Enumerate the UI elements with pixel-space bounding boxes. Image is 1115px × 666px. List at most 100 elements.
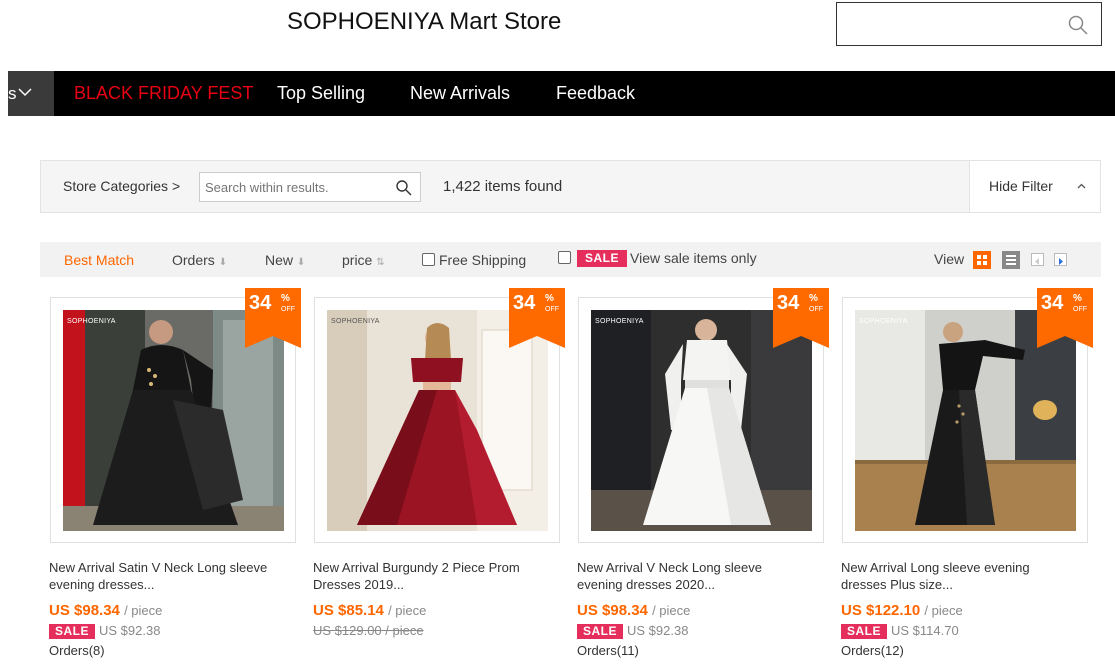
orders-count: Orders(11) xyxy=(577,643,639,658)
discount-percent: 34 xyxy=(777,292,800,314)
discount-off-label: OFF xyxy=(809,306,823,313)
product-title[interactable]: New Arrival Burgundy 2 Piece Prom Dresse… xyxy=(313,559,561,593)
price-unit: / piece xyxy=(924,603,963,618)
price-unit: / piece xyxy=(652,603,691,618)
product-title-line: evening dresses... xyxy=(49,577,155,592)
discount-badge: 34 % OFF xyxy=(509,288,565,348)
sort-bar: Best Match Orders ⬇ New ⬇ price ⇅ Free S… xyxy=(40,242,1101,277)
price-unit: / piece xyxy=(124,603,163,618)
discount-percent-sign: % xyxy=(809,293,818,304)
product-image-frame[interactable]: SOPHOENIYA 34 % OFF xyxy=(314,288,565,543)
discount-percent-sign: % xyxy=(281,293,290,304)
sale-badge: SALE xyxy=(49,624,96,639)
sort-price[interactable]: price ⇅ xyxy=(342,252,385,268)
brand-watermark: SOPHOENIYA xyxy=(859,318,908,325)
sale-price-row: SALE US $114.70 xyxy=(841,623,959,639)
brand-watermark: SOPHOENIYA xyxy=(67,318,116,325)
sale-badge: SALE xyxy=(577,624,624,639)
price-value: US $85.14 xyxy=(313,602,384,619)
product-title-line: New Arrival Burgundy 2 Piece Prom xyxy=(313,560,520,575)
orders-count: Orders(8) xyxy=(49,643,105,658)
product-title-line: dresses Plus size... xyxy=(841,577,953,592)
discount-percent-sign: % xyxy=(1073,293,1082,304)
discount-percent: 34 xyxy=(1041,292,1064,314)
chevron-up-icon xyxy=(1077,183,1086,189)
hide-filter-label: Hide Filter xyxy=(989,178,1053,194)
discount-percent: 34 xyxy=(249,292,272,314)
sort-price-label: price xyxy=(342,252,373,268)
product-price: US $85.14 / piece xyxy=(313,602,426,619)
prev-page-button[interactable] xyxy=(1031,253,1044,266)
chevron-down-icon xyxy=(18,88,32,97)
sort-updown-icon: ⇅ xyxy=(376,257,385,268)
nav-new-arrivals[interactable]: New Arrivals xyxy=(410,71,510,116)
sale-price: US $92.38 xyxy=(627,623,689,638)
list-view-button[interactable] xyxy=(1002,251,1020,269)
discount-percent: 34 xyxy=(513,292,536,314)
caret-left-icon xyxy=(1035,258,1039,265)
sale-price-row: SALE US $92.38 xyxy=(49,623,160,639)
store-categories-link[interactable]: Store Categories > xyxy=(63,178,180,194)
view-label: View xyxy=(934,251,965,267)
search-icon[interactable] xyxy=(1067,14,1089,36)
discount-off-label: OFF xyxy=(545,306,559,313)
sale-price: US $92.38 xyxy=(99,623,161,638)
product-title[interactable]: New Arrival V Neck Long sleeve evening d… xyxy=(577,559,825,593)
orders-count: Orders(12) xyxy=(841,643,904,658)
discount-off-label: OFF xyxy=(281,306,295,313)
product-image-frame[interactable]: SOPHOENIYA 34 % OFF xyxy=(50,288,301,543)
product-image-frame[interactable]: SOPHOENIYA 34 % OFF xyxy=(842,288,1093,543)
sort-best-match[interactable]: Best Match xyxy=(64,252,134,268)
discount-badge: 34 % OFF xyxy=(245,288,301,348)
store-search-input[interactable] xyxy=(843,13,1063,35)
store-search-box[interactable] xyxy=(836,2,1102,46)
product-price: US $122.10 / piece xyxy=(841,602,963,619)
sale-only-checkbox[interactable] xyxy=(558,251,571,264)
sale-price-row: SALE US $92.38 xyxy=(577,623,688,639)
sort-new[interactable]: New ⬇ xyxy=(265,252,305,268)
free-shipping-label[interactable]: Free Shipping xyxy=(439,252,526,268)
caret-right-icon xyxy=(1059,258,1063,265)
brand-watermark: SOPHOENIYA xyxy=(331,318,380,325)
price-unit: / piece xyxy=(388,603,427,618)
gallery-view-button[interactable] xyxy=(973,251,991,269)
product-title-line: New Arrival V Neck Long sleeve xyxy=(577,560,762,575)
all-categories-toggle[interactable]: s xyxy=(8,71,54,116)
nav-top-selling[interactable]: Top Selling xyxy=(277,71,365,116)
search-within-input[interactable] xyxy=(205,178,390,196)
hide-filter-button[interactable]: Hide Filter xyxy=(969,161,1100,212)
sort-orders[interactable]: Orders ⬇ xyxy=(172,252,227,268)
original-price: US $129.00 / piece xyxy=(313,623,424,638)
search-icon[interactable] xyxy=(395,179,412,196)
free-shipping-checkbox[interactable] xyxy=(422,253,435,266)
sort-orders-label: Orders xyxy=(172,252,215,268)
nav-black-friday-fest[interactable]: BLACK FRIDAY FEST xyxy=(74,71,253,116)
product-title-line: evening dresses 2020... xyxy=(577,577,716,592)
store-title: SOPHOENIYA Mart Store xyxy=(287,8,562,35)
product-image-frame[interactable]: SOPHOENIYA 34 % OFF xyxy=(578,288,829,543)
price-value: US $122.10 xyxy=(841,602,921,619)
items-found-count: 1,422 items found xyxy=(443,178,563,195)
product-price: US $98.34 / piece xyxy=(49,602,162,619)
list-icon xyxy=(1006,255,1016,265)
grid-icon xyxy=(977,255,987,265)
sale-price: US $114.70 xyxy=(891,623,959,638)
discount-badge: 34 % OFF xyxy=(1037,288,1093,348)
sale-only-label[interactable]: View sale items only xyxy=(630,250,757,266)
product-title[interactable]: New Arrival Satin V Neck Long sleeve eve… xyxy=(49,559,297,593)
arrow-down-icon: ⬇ xyxy=(296,257,306,268)
search-within-box[interactable] xyxy=(199,172,421,202)
store-nav-bar: s BLACK FRIDAY FEST Top Selling New Arri… xyxy=(8,71,1115,116)
product-title-line: Dresses 2019... xyxy=(313,577,405,592)
sale-badge: SALE xyxy=(841,624,888,639)
category-stub-text: s xyxy=(8,84,17,103)
nav-feedback[interactable]: Feedback xyxy=(556,71,635,116)
discount-percent-sign: % xyxy=(545,293,554,304)
discount-badge: 34 % OFF xyxy=(773,288,829,348)
price-value: US $98.34 xyxy=(577,602,648,619)
price-value: US $98.34 xyxy=(49,602,120,619)
product-title-line: New Arrival Long sleeve evening xyxy=(841,560,1030,575)
product-title-line: New Arrival Satin V Neck Long sleeve xyxy=(49,560,268,575)
next-page-button[interactable] xyxy=(1054,253,1067,266)
product-title[interactable]: New Arrival Long sleeve evening dresses … xyxy=(841,559,1089,593)
